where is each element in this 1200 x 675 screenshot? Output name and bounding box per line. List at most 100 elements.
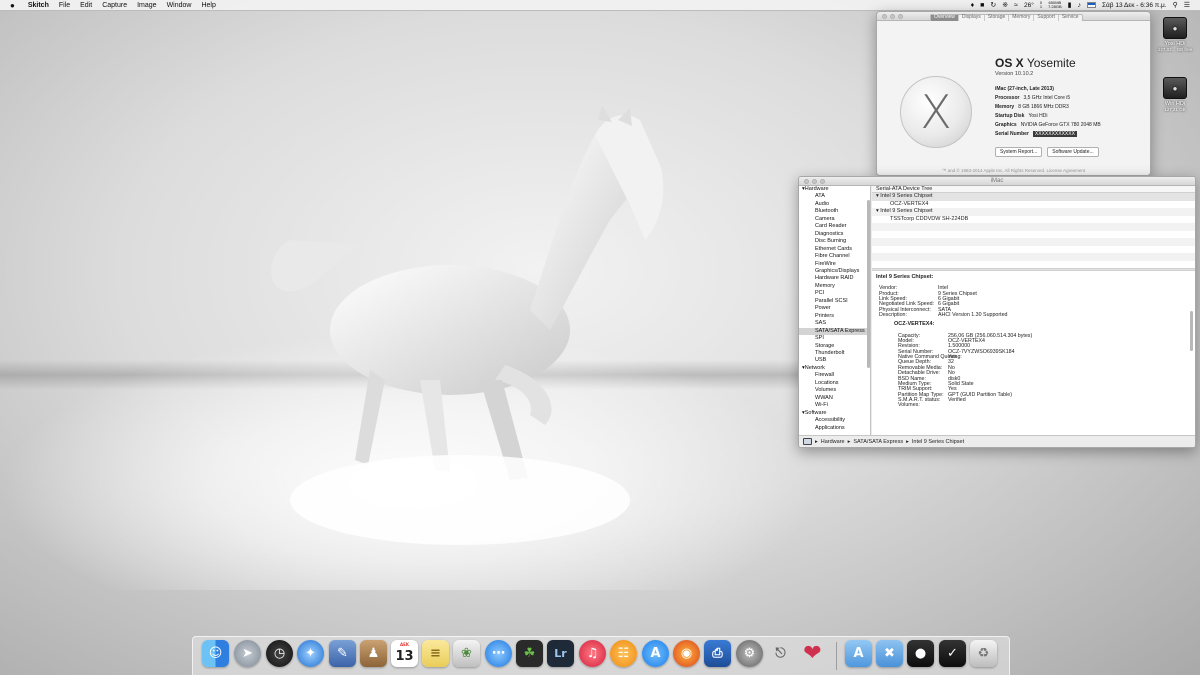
sidebar-item-wwan[interactable]: WWAN bbox=[799, 395, 870, 402]
tab-displays[interactable]: Displays bbox=[959, 14, 985, 21]
finder-icon[interactable]: ☺ bbox=[202, 640, 229, 667]
system-report-button[interactable]: System Report... bbox=[995, 147, 1043, 157]
menu-help[interactable]: Help bbox=[196, 2, 220, 9]
sidebar-item-firewire[interactable]: FireWire bbox=[799, 261, 870, 268]
spotlight-search-icon[interactable]: ⚲ bbox=[1173, 1, 1178, 9]
sidebar-item-storage[interactable]: Storage bbox=[799, 343, 870, 350]
usb-overdrive-icon[interactable]: ⎋ bbox=[767, 640, 794, 667]
app-store-icon[interactable]: A bbox=[642, 640, 669, 667]
detail-scrollbar[interactable] bbox=[1190, 311, 1193, 351]
sidebar-item-power[interactable]: Power bbox=[799, 305, 870, 312]
contacts-icon[interactable]: ♟ bbox=[360, 640, 387, 667]
sidebar-item-sas[interactable]: SAS bbox=[799, 320, 870, 327]
about-titlebar[interactable]: Overview Displays Storage Memory Support… bbox=[877, 12, 1150, 22]
time-machine-icon[interactable]: ↻ bbox=[990, 1, 996, 9]
device-row[interactable]: TSSTcorp CDDVDW SH-224DB bbox=[872, 216, 1195, 224]
disk-activity-readout[interactable]: 01 bbox=[1040, 1, 1042, 9]
path-item-sata[interactable]: SATA/SATA Express bbox=[853, 439, 903, 445]
sidebar-item-sata[interactable]: SATA/SATA Express bbox=[799, 327, 870, 336]
sidebar-item-usb[interactable]: USB bbox=[799, 357, 870, 364]
launchpad-icon[interactable]: ➤ bbox=[234, 640, 261, 667]
dropbox-icon[interactable]: ♦ bbox=[971, 2, 975, 9]
device-row[interactable]: OCZ-VERTEX4 bbox=[872, 201, 1195, 209]
evernote-icon[interactable]: ☘ bbox=[516, 640, 543, 667]
path-item-hardware[interactable]: Hardware bbox=[821, 439, 845, 445]
utilities-folder-icon[interactable]: ✖ bbox=[876, 640, 903, 667]
menu-app-name[interactable]: Skitch bbox=[23, 2, 54, 9]
sidebar-item-volumes[interactable]: Volumes bbox=[799, 387, 870, 394]
sidebar-item-card-reader[interactable]: Card Reader bbox=[799, 223, 870, 230]
applications-folder-icon[interactable]: A bbox=[845, 640, 872, 667]
wifi-icon[interactable]: ≈ bbox=[1014, 2, 1018, 9]
sidebar-item-ata[interactable]: ATA bbox=[799, 193, 870, 200]
sidebar-item-printers[interactable]: Printers bbox=[799, 313, 870, 320]
tab-service[interactable]: Service bbox=[1059, 14, 1082, 21]
lightroom-icon[interactable]: Lr bbox=[547, 640, 574, 667]
calendar-icon[interactable]: ΔΕΚ 13 bbox=[391, 640, 418, 667]
tab-memory[interactable]: Memory bbox=[1009, 14, 1035, 21]
itunes-icon[interactable]: ♫ bbox=[579, 640, 606, 667]
sidebar-group-software[interactable]: ▾Software bbox=[799, 410, 870, 417]
input-source-flag-icon[interactable] bbox=[1087, 2, 1097, 8]
firefox-icon[interactable]: ◉ bbox=[673, 640, 700, 667]
device-row[interactable]: ▾ Intel 9 Series Chipset bbox=[872, 193, 1195, 201]
minimize-button[interactable] bbox=[812, 178, 817, 184]
sidebar-item-firewall[interactable]: Firewall bbox=[799, 372, 870, 379]
sidebar-item-audio[interactable]: Audio bbox=[799, 201, 870, 208]
sidebar-item-thunderbolt[interactable]: Thunderbolt bbox=[799, 350, 870, 357]
checkmark-stack-icon[interactable]: ✓ bbox=[939, 640, 966, 667]
menu-window[interactable]: Window bbox=[162, 2, 197, 9]
about-footer[interactable]: ™ and © 1983-2014 Apple Inc. All Rights … bbox=[876, 168, 1151, 173]
zoom-button[interactable] bbox=[898, 13, 903, 19]
menu-file[interactable]: File bbox=[54, 2, 75, 9]
close-button[interactable] bbox=[804, 178, 809, 184]
sidebar-group-hardware[interactable]: ▾Hardware bbox=[799, 186, 870, 193]
volume-icon[interactable]: ♪ bbox=[1078, 2, 1082, 9]
system-preferences-icon[interactable]: ⚙ bbox=[736, 640, 763, 667]
sidebar-item-applications[interactable]: Applications bbox=[799, 425, 870, 432]
minimize-button[interactable] bbox=[890, 13, 895, 19]
sidebar-item-diagnostics[interactable]: Diagnostics bbox=[799, 231, 870, 238]
sidebar-item-hardware-raid[interactable]: Hardware RAID bbox=[799, 275, 870, 282]
apple-menu-icon[interactable]: ● bbox=[0, 1, 23, 10]
sidebar-item-fibre-channel[interactable]: Fibre Channel bbox=[799, 253, 870, 260]
sidebar-group-network[interactable]: ▾Network bbox=[799, 365, 870, 372]
tab-support[interactable]: Support bbox=[1034, 14, 1059, 21]
apple-stack-icon[interactable]: ● bbox=[907, 640, 934, 667]
sidebar-item-spi[interactable]: SPI bbox=[799, 335, 870, 342]
trash-icon[interactable]: ♻ bbox=[970, 640, 997, 667]
notes-icon[interactable]: ≡ bbox=[422, 640, 449, 667]
ibooks-icon[interactable]: ☷ bbox=[610, 640, 637, 667]
photos-icon[interactable]: ❀ bbox=[453, 640, 480, 667]
menu-clock[interactable]: Σάβ 13 Δεκ - 6:36 π.μ. bbox=[1102, 2, 1167, 9]
bluetooth-icon[interactable]: ※ bbox=[1002, 1, 1008, 9]
sidebar-item-pci[interactable]: PCI bbox=[799, 290, 870, 297]
heart-app-icon[interactable]: ❤ bbox=[799, 640, 826, 667]
desktop-disk-yosi-hdi[interactable]: ● Yosi HDi 127,02... GB free bbox=[1153, 17, 1197, 52]
close-button[interactable] bbox=[882, 13, 887, 19]
camera-status-icon[interactable]: ■ bbox=[980, 2, 984, 9]
safari-icon[interactable]: ✦ bbox=[297, 640, 324, 667]
sysinfo-titlebar[interactable]: iMac bbox=[799, 177, 1195, 186]
sidebar-item-disc-burning[interactable]: Disc Burning bbox=[799, 238, 870, 245]
sidebar-item-parallel-scsi[interactable]: Parallel SCSI bbox=[799, 298, 870, 305]
tab-storage[interactable]: Storage bbox=[985, 14, 1010, 21]
software-update-button[interactable]: Software Update... bbox=[1047, 147, 1099, 157]
sidebar-item-memory[interactable]: Memory bbox=[799, 283, 870, 290]
menu-image[interactable]: Image bbox=[132, 2, 161, 9]
sidebar-item-wi-fi[interactable]: Wi-Fi bbox=[799, 402, 870, 409]
memory-readout[interactable]: 650MB 7.28GB bbox=[1048, 1, 1062, 9]
sidebar-item-camera[interactable]: Camera bbox=[799, 216, 870, 223]
sidebar-item-locations[interactable]: Locations bbox=[799, 380, 870, 387]
notification-center-icon[interactable]: ☰ bbox=[1184, 1, 1190, 9]
tab-overview[interactable]: Overview bbox=[931, 14, 959, 21]
preview-icon[interactable]: ✎ bbox=[329, 640, 356, 667]
sidebar-item-ethernet-cards[interactable]: Ethernet Cards bbox=[799, 246, 870, 253]
cpu-graph-icon[interactable]: ▮ bbox=[1068, 1, 1072, 9]
device-tree-header[interactable]: Serial-ATA Device Tree bbox=[872, 186, 1195, 193]
dashboard-icon[interactable]: ◷ bbox=[266, 640, 293, 667]
sidebar-scrollbar[interactable] bbox=[867, 200, 870, 368]
desktop-disk-win-hdi[interactable]: ● Win HDi 127,21 GB bbox=[1153, 77, 1197, 112]
sidebar-item-bluetooth[interactable]: Bluetooth bbox=[799, 208, 870, 215]
menu-capture[interactable]: Capture bbox=[97, 2, 132, 9]
